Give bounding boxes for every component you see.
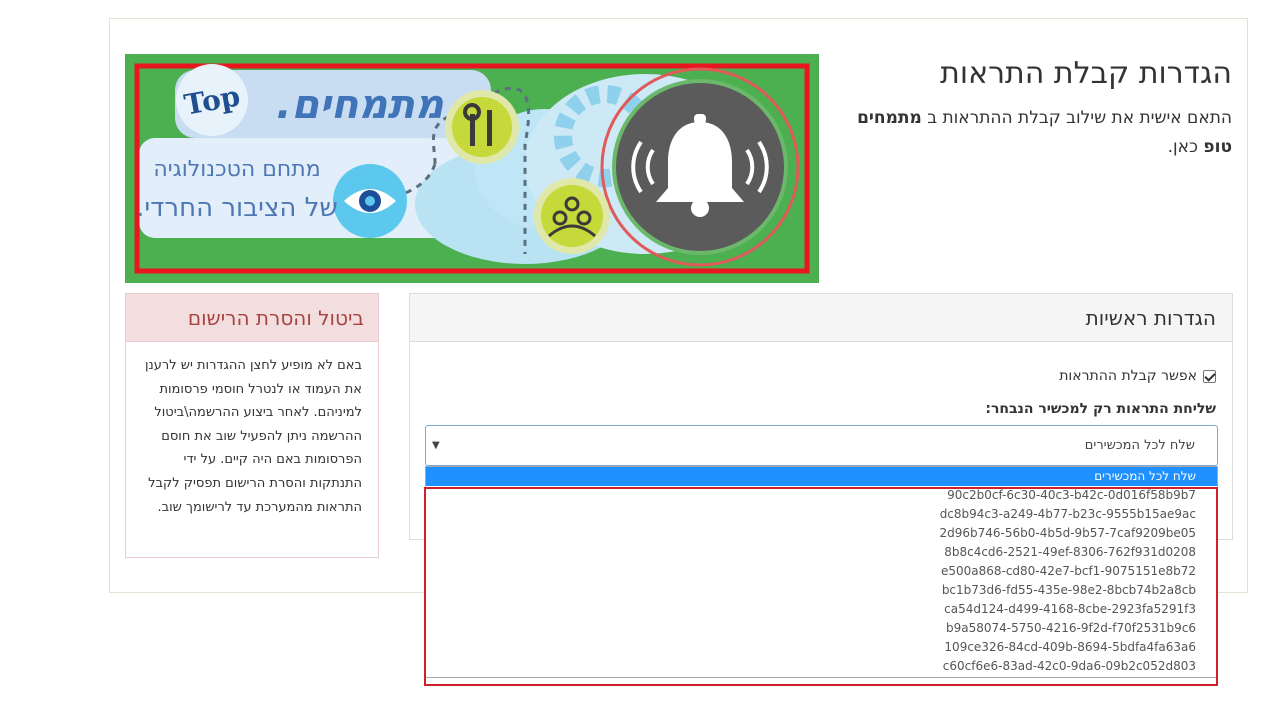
page-intro: התאם אישית את שילוב קבלת ההתראות ב מתמחי…: [832, 104, 1232, 162]
chevron-down-icon[interactable]: ▼: [432, 440, 440, 451]
intro-text: התאם אישית את שילוב קבלת ההתראות ב: [921, 108, 1232, 128]
dropdown-option[interactable]: dc8b94c3-a249-4b77-b23c-9555b15ae9ac: [426, 505, 1217, 524]
dropdown-option[interactable]: 2d96b746-56b0-4b5d-9b57-7caf9209be05: [426, 524, 1217, 543]
device-select-label: שליחת התראות רק למכשיר הנבחר:: [985, 401, 1216, 417]
dropdown-option[interactable]: e500a868-cd80-42e7-bcf1-9075151e8b72: [426, 562, 1217, 581]
banner-image: Top מתמחים. מתחם הטכנולוגיה של הציבור הח…: [125, 54, 819, 283]
device-dropdown-list[interactable]: שלח לכל המכשירים 90c2b0cf-6c30-40c3-b42c…: [425, 466, 1218, 678]
dropdown-option[interactable]: bc1b73d6-fd55-435e-98e2-8bcb74b2a8cb: [426, 581, 1217, 600]
unsubscribe-panel: ביטול והסרת הרישום באם לא מופיע לחצן ההג…: [125, 293, 379, 558]
device-select-value: שלח לכל המכשירים: [1084, 438, 1195, 453]
unsubscribe-header: ביטול והסרת הרישום: [126, 294, 378, 342]
top-badge: Top: [176, 64, 248, 136]
dropdown-option[interactable]: c60cf6e6-83ad-42c0-9da6-09b2c052d803: [426, 657, 1217, 676]
page-title: הגדרות קבלת התראות: [940, 56, 1232, 91]
unsubscribe-text: באם לא מופיע לחצן ההגדרות יש לרענן את הע…: [145, 358, 362, 515]
dropdown-option[interactable]: 109ce326-84cd-409b-8694-5bdfa4fa63a6: [426, 638, 1217, 657]
dropdown-option[interactable]: 90c2b0cf-6c30-40c3-b42c-0d016f58b9b7: [426, 486, 1217, 505]
enable-notifications-row[interactable]: אפשר קבלת ההתראות: [1059, 368, 1216, 384]
main-settings-title: הגדרות ראשיות: [1085, 305, 1216, 330]
device-select[interactable]: ▼ שלח לכל המכשירים: [425, 425, 1218, 466]
unsubscribe-title: ביטול והסרת הרישום: [187, 305, 364, 330]
people-icon: [534, 178, 610, 254]
banner-brand: מתמחים.: [276, 82, 445, 128]
dropdown-option[interactable]: ca54d124-d499-4168-8cbe-2923fa5291f3: [426, 600, 1217, 619]
eye-icon: [333, 164, 407, 238]
tools-icon: [445, 90, 519, 164]
main-settings-header: הגדרות ראשיות: [410, 294, 1232, 342]
enable-notifications-checkbox[interactable]: [1203, 369, 1216, 383]
banner-tagline-2: של הציבור החרדי.: [136, 193, 338, 223]
dropdown-option[interactable]: 8b8c4cd6-2521-49ef-8306-762f931d0208: [426, 543, 1217, 562]
banner-tagline-1: מתחם הטכנולוגיה: [153, 157, 320, 182]
dropdown-option[interactable]: b9a58074-5750-4216-9f2d-f70f2531b9c6: [426, 619, 1217, 638]
enable-notifications-label: אפשר קבלת ההתראות: [1059, 368, 1197, 384]
intro-text-end: כאן.: [1167, 137, 1204, 157]
dropdown-option-all[interactable]: שלח לכל המכשירים: [426, 467, 1217, 486]
bell-icon: [600, 67, 800, 267]
